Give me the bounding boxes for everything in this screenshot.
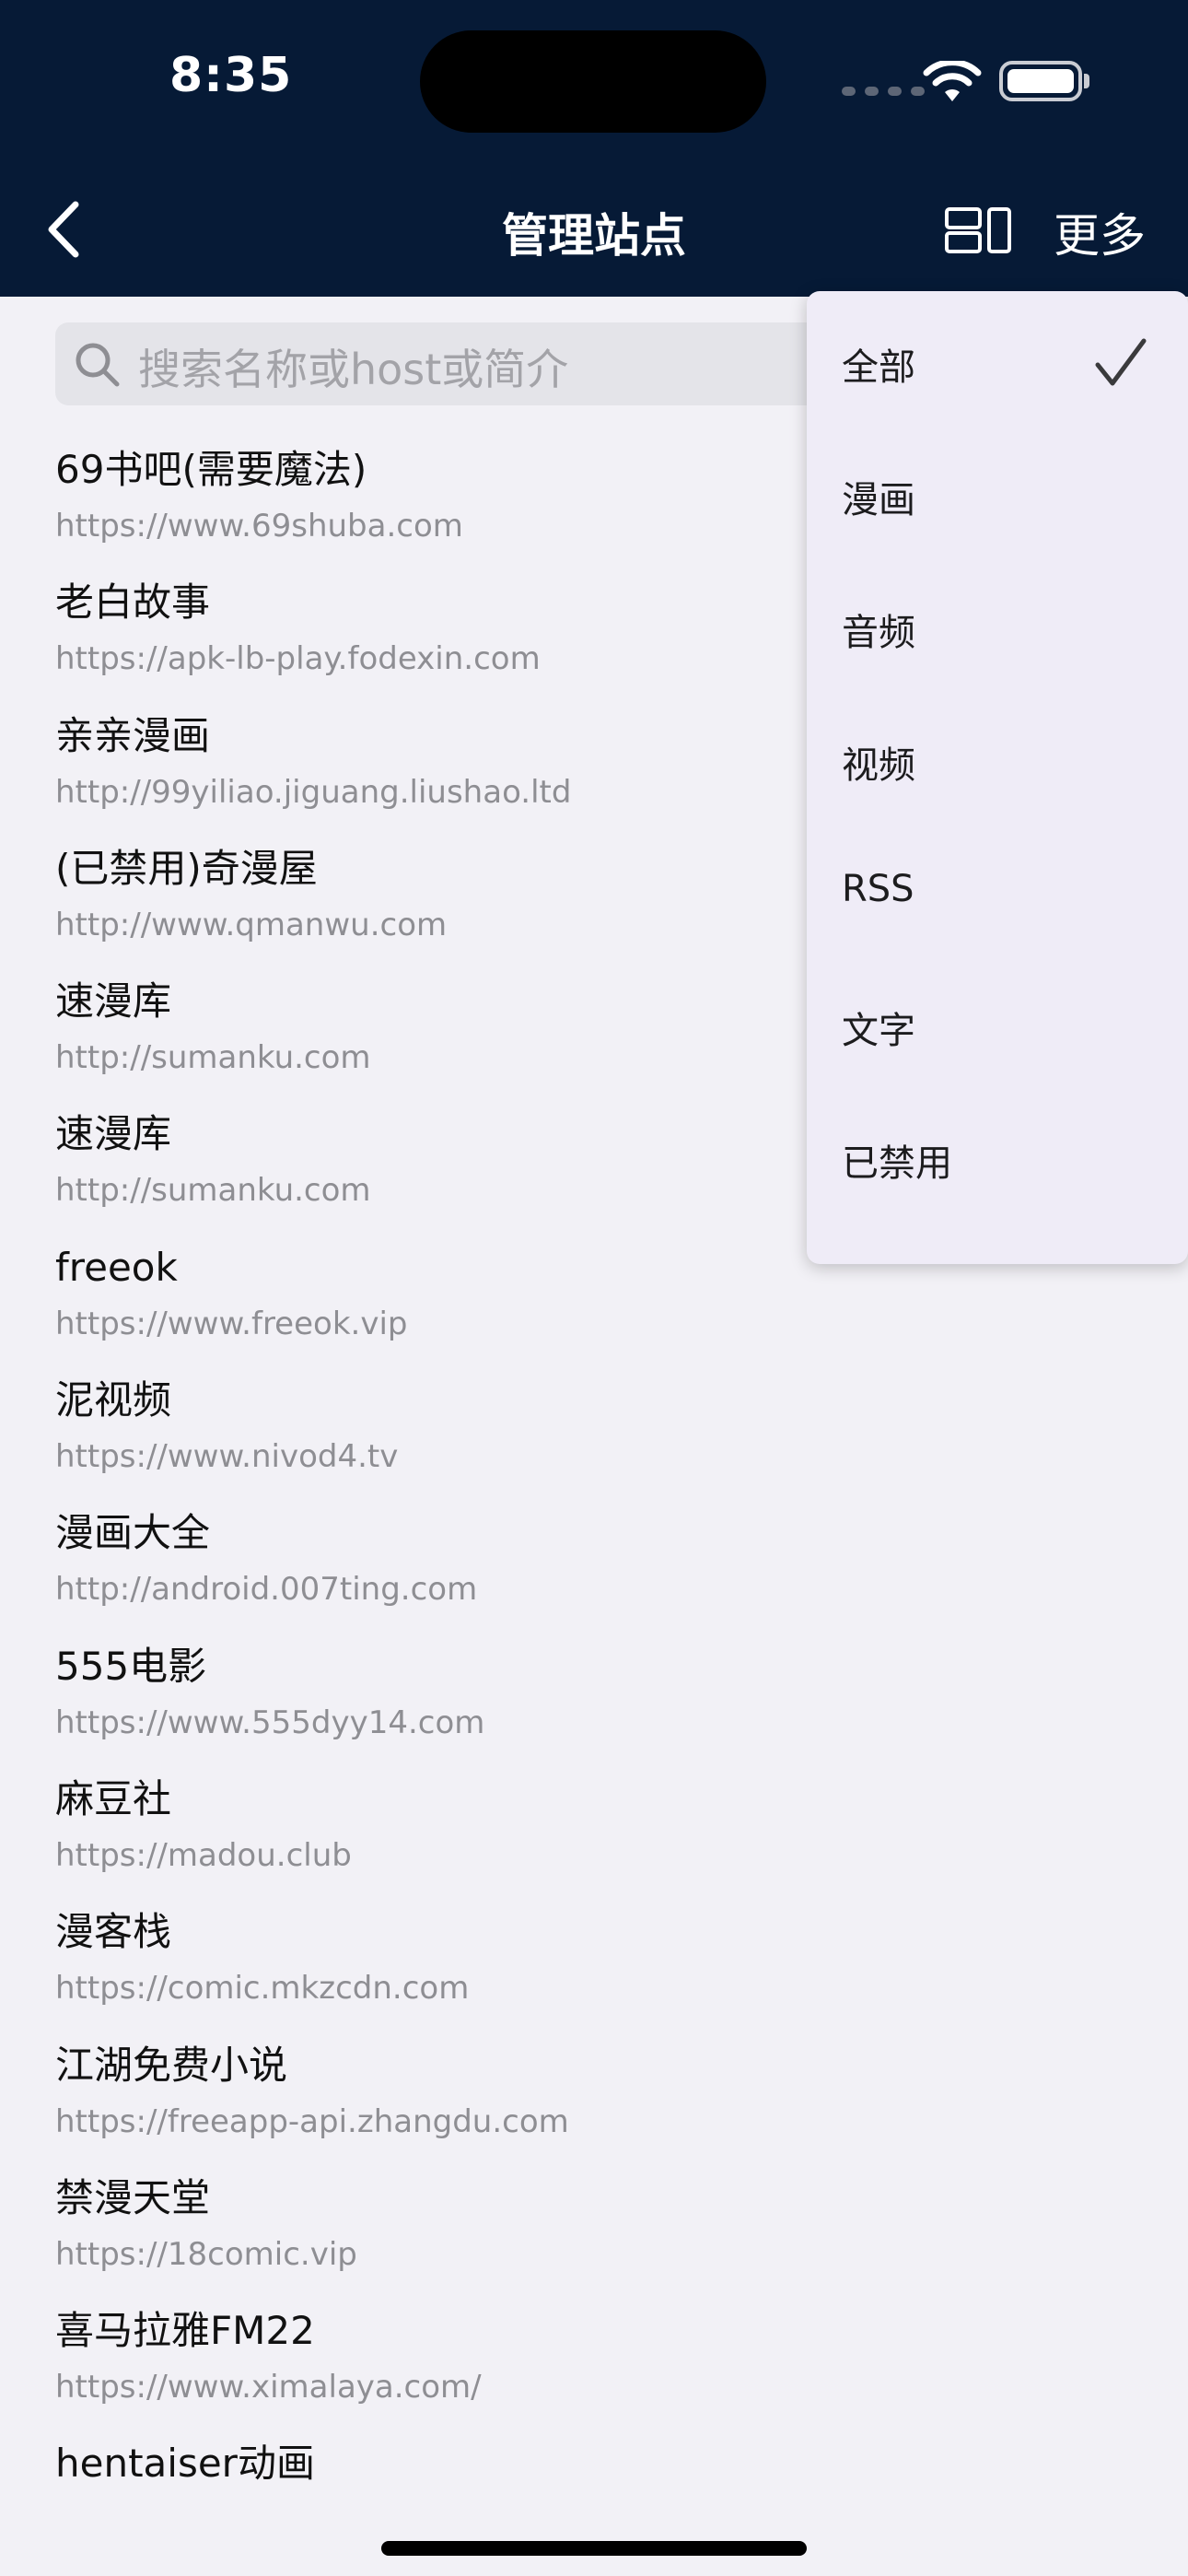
status-time: 8:35 <box>169 48 293 103</box>
site-url: https://madou.club <box>55 1836 352 1874</box>
site-name: 漫客栈 <box>55 1909 172 1955</box>
menu-item-audio[interactable]: 音频 <box>807 556 1188 689</box>
site-name: 漫画大全 <box>55 1510 211 1556</box>
menu-item-video[interactable]: 视频 <box>807 689 1188 822</box>
search-icon <box>76 343 120 387</box>
site-url: https://www.555dyy14.com <box>55 1704 485 1741</box>
cellular-signal-icon <box>842 87 925 96</box>
site-name: hentaiser动画 <box>55 2441 315 2487</box>
site-list-item[interactable]: 漫画大全 http://android.007ting.com <box>55 1509 1133 1642</box>
menu-item-all[interactable]: 全部 <box>807 291 1188 424</box>
site-url: https://freeapp-api.zhangdu.com <box>55 2102 569 2140</box>
home-indicator <box>381 2541 807 2556</box>
filter-dropdown-menu: 全部 漫画 音频 视频 RSS 文字 已禁用 <box>807 291 1188 1264</box>
menu-item-label: 文字 <box>842 1010 915 1052</box>
site-list-item[interactable]: 泥视频 https://www.nivod4.tv <box>55 1376 1133 1509</box>
site-list-item[interactable]: 喜马拉雅FM22 https://www.ximalaya.com/ <box>55 2307 1133 2440</box>
more-button[interactable]: 更多 <box>1054 199 1146 265</box>
search-placeholder: 搜索名称或host或简介 <box>138 345 569 394</box>
site-url: https://www.freeok.vip <box>55 1305 408 1342</box>
site-name: 麻豆社 <box>55 1775 172 1821</box>
menu-item-label: 漫画 <box>842 479 915 521</box>
site-url: https://www.ximalaya.com/ <box>55 2369 482 2406</box>
checkmark-icon <box>1095 338 1147 386</box>
menu-item-label: 已禁用 <box>842 1142 952 1185</box>
menu-item-text[interactable]: 文字 <box>807 954 1188 1087</box>
nav-header: 8:35 管理站点 更多 <box>0 0 1188 297</box>
site-url: https://comic.mkzcdn.com <box>55 1970 470 2008</box>
dynamic-island <box>420 30 766 133</box>
site-name: 禁漫天堂 <box>55 2174 211 2220</box>
site-list-item[interactable]: 江湖免费小说 https://freeapp-api.zhangdu.com <box>55 2042 1133 2174</box>
menu-item-label: 全部 <box>842 346 915 389</box>
site-url: http://android.007ting.com <box>55 1571 478 1609</box>
site-list-item[interactable]: 漫客栈 https://comic.mkzcdn.com <box>55 1908 1133 2041</box>
wifi-icon <box>923 61 982 101</box>
site-name: 江湖免费小说 <box>55 2042 288 2088</box>
screen: 8:35 管理站点 更多 搜索名称或host或简介 69书吧(需要魔法) htt… <box>0 0 1188 2576</box>
site-url: https://www.nivod4.tv <box>55 1438 399 1476</box>
menu-item-label: 音频 <box>842 612 915 654</box>
layout-toggle-icon[interactable] <box>943 205 1013 256</box>
menu-item-label: RSS <box>842 868 914 910</box>
menu-item-disabled[interactable]: 已禁用 <box>807 1087 1188 1220</box>
site-list-item[interactable]: 禁漫天堂 https://18comic.vip <box>55 2174 1133 2307</box>
menu-item-comic[interactable]: 漫画 <box>807 424 1188 556</box>
site-list-item[interactable]: 麻豆社 https://madou.club <box>55 1775 1133 1908</box>
site-name: 喜马拉雅FM22 <box>55 2308 315 2354</box>
menu-item-label: 视频 <box>842 744 915 787</box>
site-url: https://18comic.vip <box>55 2235 357 2273</box>
menu-item-rss[interactable]: RSS <box>807 822 1188 954</box>
site-name: 泥视频 <box>55 1377 172 1423</box>
site-list-item[interactable]: 555电影 https://www.555dyy14.com <box>55 1643 1133 1775</box>
site-name: 555电影 <box>55 1643 207 1689</box>
battery-icon <box>999 61 1089 101</box>
